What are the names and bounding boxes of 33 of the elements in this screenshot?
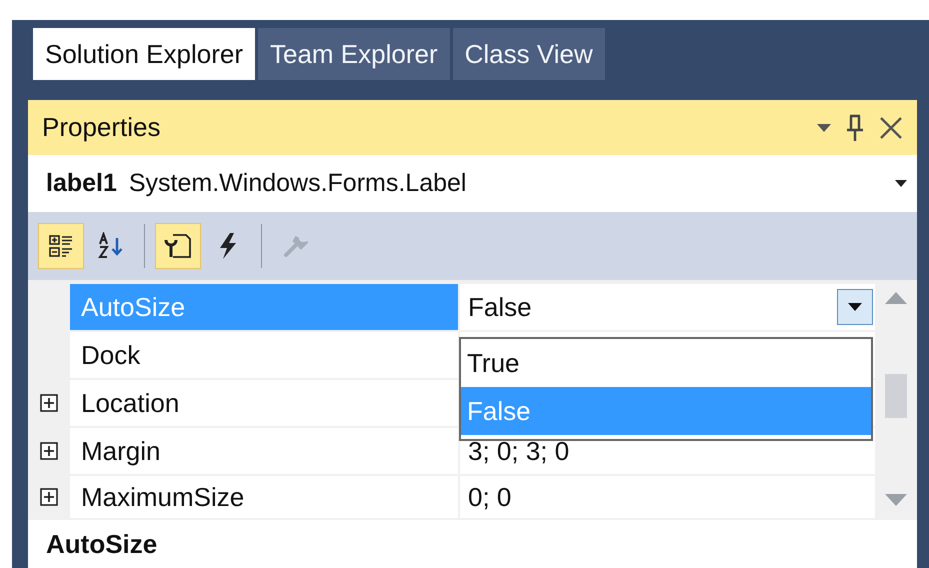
property-name[interactable]: Margin bbox=[70, 428, 460, 476]
toolbar-button[interactable] bbox=[38, 223, 84, 269]
tab[interactable]: Solution Explorer bbox=[33, 28, 255, 80]
property-value: 3; 0; 3; 0 bbox=[468, 436, 570, 466]
property-value: 0; 0 bbox=[468, 482, 512, 512]
close-icon[interactable] bbox=[879, 116, 903, 140]
tab[interactable]: Team Explorer bbox=[258, 28, 450, 80]
object-type: System.Windows.Forms.Label bbox=[128, 169, 468, 198]
sort-az-icon bbox=[97, 232, 125, 260]
wrench-icon bbox=[282, 233, 308, 259]
categorized-icon bbox=[48, 233, 74, 259]
toolbar-button[interactable] bbox=[155, 223, 201, 269]
property-name[interactable]: Location bbox=[70, 380, 460, 428]
scroll-thumb[interactable] bbox=[885, 374, 907, 418]
object-name: label1 bbox=[46, 169, 117, 198]
tab[interactable]: Class View bbox=[452, 28, 605, 80]
property-name[interactable]: Dock bbox=[70, 332, 460, 380]
expand-icon[interactable] bbox=[40, 442, 58, 460]
dropdown-option[interactable]: True bbox=[461, 339, 871, 387]
expand-icon[interactable] bbox=[40, 488, 58, 506]
property-value: False bbox=[468, 292, 532, 322]
pin-icon[interactable] bbox=[845, 114, 865, 142]
description-title: AutoSize bbox=[45, 528, 158, 560]
panel-title: Properties bbox=[42, 112, 162, 143]
caret-icon[interactable] bbox=[895, 180, 907, 187]
property-sheet-icon bbox=[163, 232, 193, 260]
value-cell[interactable]: False bbox=[460, 284, 875, 332]
value-cell[interactable]: 0; 0 bbox=[460, 476, 875, 520]
dropdown-button[interactable] bbox=[837, 289, 873, 325]
caret-icon[interactable] bbox=[817, 124, 831, 132]
caret-icon bbox=[848, 303, 862, 311]
expand-icon[interactable] bbox=[40, 394, 58, 412]
property-name[interactable]: MaximumSize bbox=[70, 476, 460, 520]
